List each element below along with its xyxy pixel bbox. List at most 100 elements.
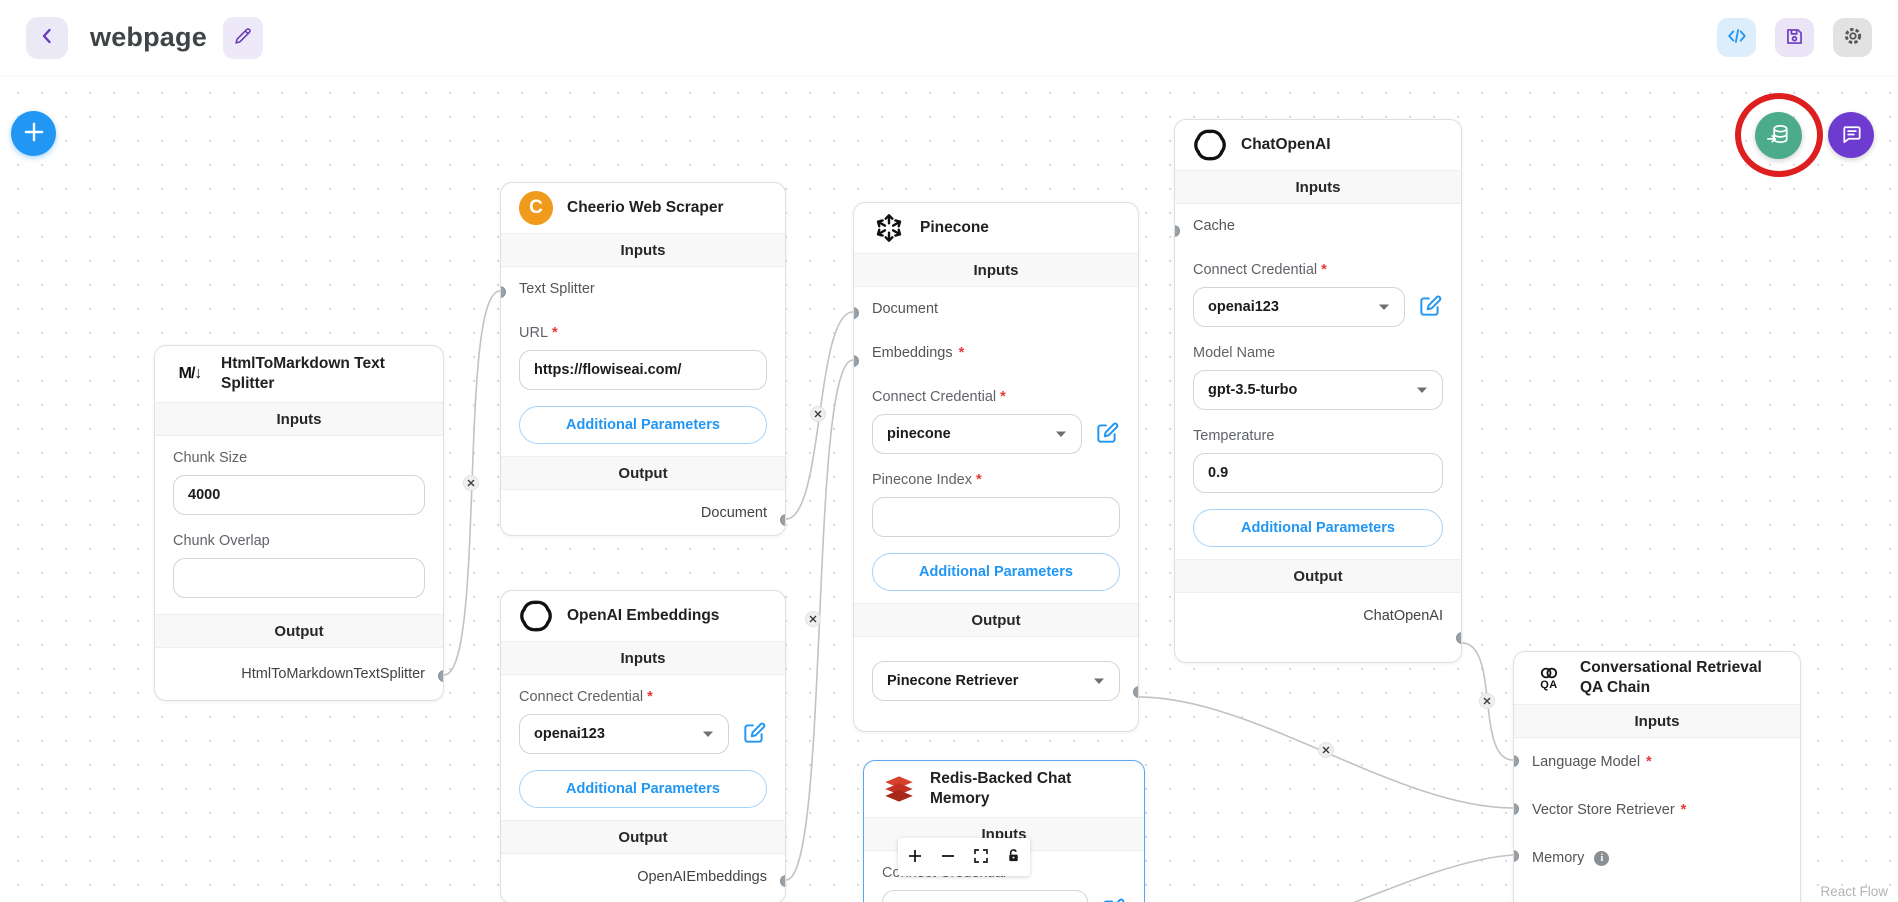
additional-parameters-button[interactable]: Additional Parameters <box>519 770 767 808</box>
input-port-row: Memoryi <box>1514 834 1800 882</box>
node-openai-embeddings[interactable]: OpenAI Embeddings Inputs Connect Credent… <box>500 590 786 902</box>
plus-icon <box>907 848 923 867</box>
export-database-button[interactable] <box>1755 112 1802 159</box>
flow-canvas[interactable]: M/↓ HtmlToMarkdown Text Splitter Inputs … <box>0 75 1898 902</box>
inputs-section-header: Inputs <box>501 233 785 267</box>
input-port-row: Text Splitter <box>501 267 785 311</box>
edit-credential-button[interactable] <box>741 720 767 749</box>
edge-delete-button[interactable] <box>810 406 826 422</box>
chunk-overlap-field: Chunk Overlap <box>155 533 443 598</box>
input-port-row: Vector Store Retriever* <box>1514 786 1800 834</box>
credential-select[interactable]: pinecone <box>872 414 1082 454</box>
cheerio-icon: C <box>519 191 553 225</box>
output-section-header: Output <box>854 603 1138 637</box>
output-row: Document <box>501 490 785 536</box>
node-htmltomarkdown-text-splitter[interactable]: M/↓ HtmlToMarkdown Text Splitter Inputs … <box>154 345 444 701</box>
field-label: Connect Credential <box>872 389 996 405</box>
node-header: QA Conversational Retrieval QA Chain <box>1514 652 1800 704</box>
pinecone-icon <box>872 211 906 245</box>
credential-select[interactable]: openai123 <box>519 714 729 754</box>
back-button[interactable] <box>26 17 68 59</box>
model-name-select[interactable]: gpt-3.5-turbo <box>1193 370 1443 410</box>
inputs-section-header: Inputs <box>1514 704 1800 738</box>
chevron-down-icon <box>1093 673 1105 689</box>
settings-button[interactable] <box>1833 18 1872 57</box>
input-port-row: Document <box>854 287 1138 331</box>
zoom-out-button[interactable] <box>931 838 964 876</box>
select-value: openai123 <box>1208 299 1279 315</box>
zoom-in-button[interactable] <box>898 838 931 876</box>
url-input[interactable] <box>519 350 767 390</box>
chat-button[interactable] <box>1828 112 1874 158</box>
chunk-size-input[interactable] <box>173 475 425 515</box>
node-pinecone[interactable]: Pinecone Inputs Document Embeddings* Con… <box>853 202 1139 732</box>
edge-redis-to-chain <box>1120 855 1513 902</box>
port-label: Memory <box>1532 850 1584 866</box>
inputs-section-header: Inputs <box>1175 170 1461 204</box>
additional-parameters-button[interactable]: Additional Parameters <box>872 553 1120 591</box>
output-handle-document[interactable] <box>780 514 786 526</box>
node-title: OpenAI Embeddings <box>567 606 719 626</box>
fit-view-button[interactable] <box>964 838 997 876</box>
port-label: Language Model <box>1532 754 1640 770</box>
lock-button[interactable] <box>997 838 1030 876</box>
info-icon[interactable]: i <box>1594 851 1609 866</box>
output-handle-htmltomarkdowntextsplitter[interactable] <box>438 670 444 682</box>
output-type-select[interactable]: Pinecone Retriever <box>872 661 1120 701</box>
chunk-overlap-input[interactable] <box>173 558 425 598</box>
node-cheerio-web-scraper[interactable]: C Cheerio Web Scraper Inputs Text Splitt… <box>500 182 786 536</box>
node-title: Cheerio Web Scraper <box>567 198 724 218</box>
node-redis-backed-chat-memory[interactable]: Redis-Backed Chat Memory Inputs Connect … <box>863 760 1145 902</box>
edit-credential-button[interactable] <box>1417 293 1443 322</box>
node-title: Redis-Backed Chat Memory <box>930 769 1126 809</box>
output-handle-pinecone-retriever[interactable] <box>1133 686 1139 698</box>
code-icon <box>1726 25 1748 50</box>
temperature-input[interactable] <box>1193 453 1443 493</box>
credential-select[interactable]: openai123 <box>1193 287 1405 327</box>
field-label: Temperature <box>1193 428 1274 444</box>
edge-delete-button[interactable] <box>805 611 821 627</box>
chunk-size-field: Chunk Size <box>155 450 443 515</box>
url-field: URL* <box>501 325 785 390</box>
inputs-section-header: Inputs <box>155 402 443 436</box>
required-marker: * <box>647 689 653 705</box>
edge-delete-button[interactable] <box>1479 693 1495 709</box>
markdown-splitter-icon: M/↓ <box>173 357 207 391</box>
required-marker: * <box>959 345 965 361</box>
input-port-row: Embeddings* <box>854 331 1138 375</box>
credential-select[interactable] <box>882 890 1088 902</box>
openai-icon <box>519 599 553 633</box>
edit-credential-button[interactable] <box>1094 420 1120 449</box>
additional-parameters-button[interactable]: Additional Parameters <box>1193 509 1443 547</box>
field-label: Connect Credential <box>1193 262 1317 278</box>
output-handle-chatopenai[interactable] <box>1456 632 1462 644</box>
chevron-down-icon <box>702 726 714 742</box>
qa-chain-icon: QA <box>1532 661 1566 695</box>
node-chatopenai[interactable]: ChatOpenAI Inputs Cache Connect Credenti… <box>1174 119 1462 663</box>
field-label: Connect Credential <box>519 689 643 705</box>
add-node-button[interactable] <box>11 111 56 156</box>
view-code-button[interactable] <box>1717 18 1756 57</box>
required-marker: * <box>1681 802 1687 818</box>
model-name-field: Model Name gpt-3.5-turbo <box>1175 345 1461 410</box>
port-label: Cache <box>1193 218 1235 234</box>
select-value: pinecone <box>887 426 951 442</box>
required-marker: * <box>1321 262 1327 278</box>
edge-delete-button[interactable] <box>463 475 479 491</box>
output-handle-openaiembeddings[interactable] <box>780 875 786 887</box>
openai-icon <box>1193 128 1227 162</box>
chevron-down-icon <box>1378 299 1390 315</box>
pinecone-index-input[interactable] <box>872 497 1120 537</box>
save-flow-button[interactable] <box>1775 18 1814 57</box>
edit-title-button[interactable] <box>223 17 263 59</box>
edit-credential-button[interactable] <box>1100 896 1126 902</box>
additional-parameters-button[interactable]: Additional Parameters <box>519 406 767 444</box>
edge-delete-button[interactable] <box>1318 742 1334 758</box>
top-bar-actions <box>1717 18 1872 57</box>
node-conversational-retrieval-qa-chain[interactable]: QA Conversational Retrieval QA Chain Inp… <box>1513 651 1801 902</box>
chevron-down-icon <box>1055 426 1067 442</box>
lock-icon <box>1006 848 1021 866</box>
node-title: Pinecone <box>920 218 989 238</box>
inputs-section-header: Inputs <box>501 641 785 675</box>
chat-message-icon <box>1839 121 1864 149</box>
